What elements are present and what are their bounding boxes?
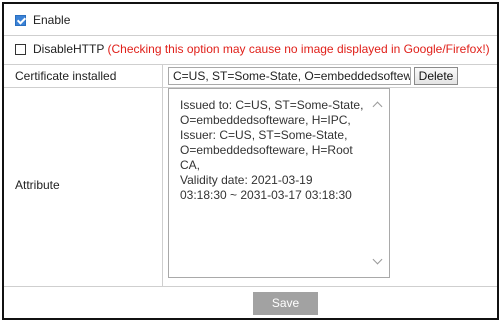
disable-http-checkbox[interactable] [15, 44, 26, 55]
attribute-text: Issued to: C=US, ST=Some-State, O=embedd… [180, 98, 365, 203]
attribute-line: 03:18:30 ~ 2031-03-17 03:18:30 [180, 188, 352, 202]
scroll-up-icon[interactable] [372, 101, 383, 112]
https-settings-panel: Enable DisableHTTP (Checking this option… [2, 2, 499, 320]
disable-http-label: DisableHTTP (Checking this option may ca… [33, 42, 490, 56]
save-button[interactable]: Save [253, 292, 318, 315]
enable-label: Enable [33, 13, 71, 27]
row-divider [4, 64, 497, 65]
certificate-field[interactable]: C=US, ST=Some-State, O=embeddedsoftewa [168, 67, 411, 85]
column-divider [162, 64, 163, 286]
scroll-down-icon[interactable] [372, 254, 383, 265]
certificate-label: Certificate installed [15, 69, 117, 83]
attribute-line: Validity date: 2021-03-19 [180, 173, 313, 187]
attribute-line: Issuer: C=US, ST=Some-State, [180, 128, 348, 142]
attribute-line: O=embeddedsofteware, H=Root [180, 143, 353, 157]
row-divider [4, 286, 497, 287]
row-divider [4, 35, 497, 36]
delete-button[interactable]: Delete [414, 67, 458, 85]
enable-checkbox[interactable] [15, 15, 26, 26]
attribute-line: Issued to: C=US, ST=Some-State, [180, 98, 364, 112]
disable-http-warning: (Checking this option may cause no image… [107, 42, 490, 56]
attribute-line: CA, [180, 158, 201, 172]
attribute-label: Attribute [15, 178, 60, 192]
disable-http-text: DisableHTTP [33, 42, 105, 56]
attribute-textarea[interactable]: Issued to: C=US, ST=Some-State, O=embedd… [168, 88, 390, 278]
attribute-line: O=embeddedsofteware, H=IPC, [180, 113, 351, 127]
